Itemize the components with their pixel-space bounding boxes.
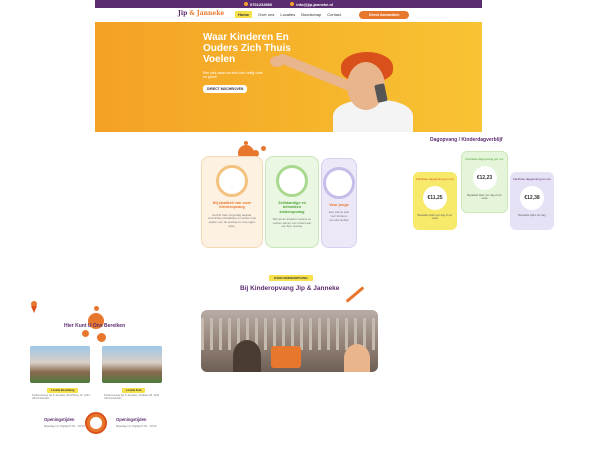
card-image <box>216 165 248 197</box>
direct-aanmelden-button[interactable]: Direct Aanmelden <box>359 11 410 19</box>
playground-video[interactable] <box>201 310 378 372</box>
inschrijven-button[interactable]: DIRECT INSCHRIJVEN <box>203 85 248 93</box>
feature-card-jonge: Voor jonge Een warme plek voor kinderen … <box>321 158 357 248</box>
paint-splat <box>82 330 89 337</box>
price-note: Bepaalde tijden per dag of per week <box>467 193 502 200</box>
location-photo <box>30 346 90 383</box>
opening-hours-text: Maandag t/m Vrijdag 07:00 – 18:30 <box>116 425 157 428</box>
price-label: Flexibele dagopvang per uur <box>465 157 504 161</box>
card-text: Gericht naar zorgvuldig aanpak, voorzich… <box>208 212 256 228</box>
section-tag: OVER KINDEROPVANG <box>269 275 313 281</box>
location-address: Kinderopvang Jip & Janneke, Boschberg 12… <box>32 394 90 401</box>
play-equipment <box>271 346 301 368</box>
main-menu: Home Over ons Locaties Boodschap Contact <box>235 11 341 18</box>
card-text: Wij nemen kinderen serieus en werken sam… <box>272 217 312 229</box>
price-label: Flexibele dagopvang per uur <box>415 177 455 181</box>
locations-title: Hier Kunt U Ons Bereiken <box>64 323 126 329</box>
alarm-clock-icon <box>85 412 107 434</box>
feature-card-kwaliteit: Bij kwaliteit van onze Kinderopvang Geri… <box>201 156 263 248</box>
top-contact-bar: 0701234560 info@jip-janneke.nl <box>95 0 482 8</box>
hero-title: Waar Kinderen En Ouders Zich Thuis Voele… <box>203 32 291 65</box>
paint-splat <box>94 306 99 311</box>
site-logo[interactable]: Jip & Janneke <box>178 10 224 17</box>
location-tag: Locatie Zuid <box>122 388 146 393</box>
card-text: Een warme plek voor kinderen van elke le… <box>328 210 350 222</box>
nav-home[interactable]: Home <box>235 11 253 18</box>
nav-over-ons[interactable]: Over ons <box>258 12 274 17</box>
phone-icon <box>243 2 248 6</box>
opening-hours-title: Openingstijden <box>116 417 147 422</box>
section-title: Bij Kinderopvang Jip & Janneke <box>240 285 340 292</box>
price-card: Flexibele dagopvang per uur €11,25 Bepaa… <box>413 172 457 230</box>
card-image <box>323 167 355 199</box>
opening-hours-text: Maandag t/m Vrijdag 07:00 – 18:30 <box>44 425 85 428</box>
price-note: Bepaalde tijden per dag <box>518 213 546 217</box>
child-image <box>344 344 370 372</box>
location-tag: Locatie Boschberg <box>47 388 79 393</box>
price-card: Flexibele dagopvang per uur €12,23 Bepaa… <box>461 151 508 213</box>
card-title: Voor jonge <box>329 203 349 207</box>
paint-splat <box>261 146 266 151</box>
contact-phone[interactable]: 0701234560 <box>243 2 272 7</box>
feature-card-betrokken: Zelfstandige en betrokken kinderopvang W… <box>265 156 319 248</box>
opening-hours-title: Openingstijden <box>44 417 75 422</box>
location-photo <box>102 346 162 383</box>
contact-email[interactable]: info@jip-janneke.nl <box>290 2 333 7</box>
price-value: €12,23 <box>472 165 497 190</box>
paint-splat <box>244 141 248 145</box>
card-image <box>276 165 308 197</box>
card-title: Zelfstandige en betrokken kinderopvang <box>278 201 306 214</box>
nav-boodschap[interactable]: Boodschap <box>301 12 321 17</box>
child-image <box>233 340 261 372</box>
icecream-icon <box>30 300 38 313</box>
card-title: Bij kwaliteit van onze Kinderopvang <box>212 201 252 210</box>
hero-banner: Waar Kinderen En Ouders Zich Thuis Voele… <box>95 22 482 132</box>
hero-subtitle: Een plek waar uw kind zich veilig voelt … <box>203 71 263 79</box>
nav-locaties[interactable]: Locaties <box>280 12 295 17</box>
location-address: Kinderopvang Jip & Janneke, Zuidlaan 45,… <box>104 394 160 401</box>
price-card: Flexibele dagopvang per uur €12,38 Bepaa… <box>510 172 554 230</box>
main-navbar: Jip & Janneke Home Over ons Locaties Boo… <box>95 8 482 23</box>
price-value: €12,38 <box>520 185 544 210</box>
price-label: Flexibele dagopvang per uur <box>512 177 552 181</box>
pencil-icon <box>345 286 365 303</box>
mail-icon <box>290 2 295 6</box>
pricing-title: Dagopvang / Kinderdagverblijf <box>430 137 503 143</box>
nav-contact[interactable]: Contact <box>327 12 341 17</box>
price-value: €11,25 <box>423 185 447 210</box>
paint-splat <box>97 333 106 342</box>
price-note: Bepaalde tijden per dag of per week <box>417 213 453 220</box>
